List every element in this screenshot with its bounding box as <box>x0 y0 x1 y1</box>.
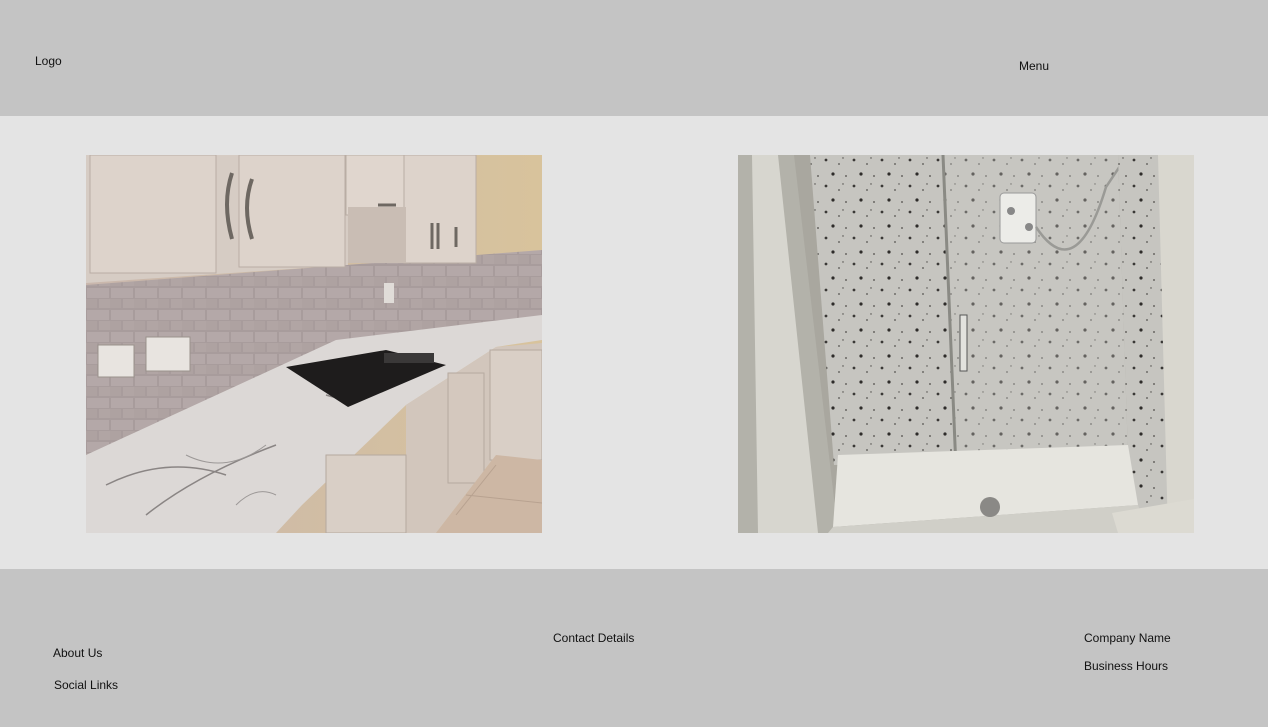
contact-details-link[interactable]: Contact Details <box>553 631 634 645</box>
gallery-section <box>0 116 1268 569</box>
site-header: Logo Menu <box>0 0 1268 116</box>
about-us-link[interactable]: About Us <box>53 646 102 660</box>
logo[interactable]: Logo <box>35 54 62 68</box>
kitchen-photo <box>86 155 542 533</box>
social-links[interactable]: Social Links <box>54 678 118 692</box>
business-hours: Business Hours <box>1084 659 1169 673</box>
company-name: Company Name <box>1084 631 1171 645</box>
menu-button[interactable]: Menu <box>1019 59 1049 73</box>
site-footer: About Us Social Links Contact Details Co… <box>0 569 1268 727</box>
shower-photo <box>738 155 1194 533</box>
